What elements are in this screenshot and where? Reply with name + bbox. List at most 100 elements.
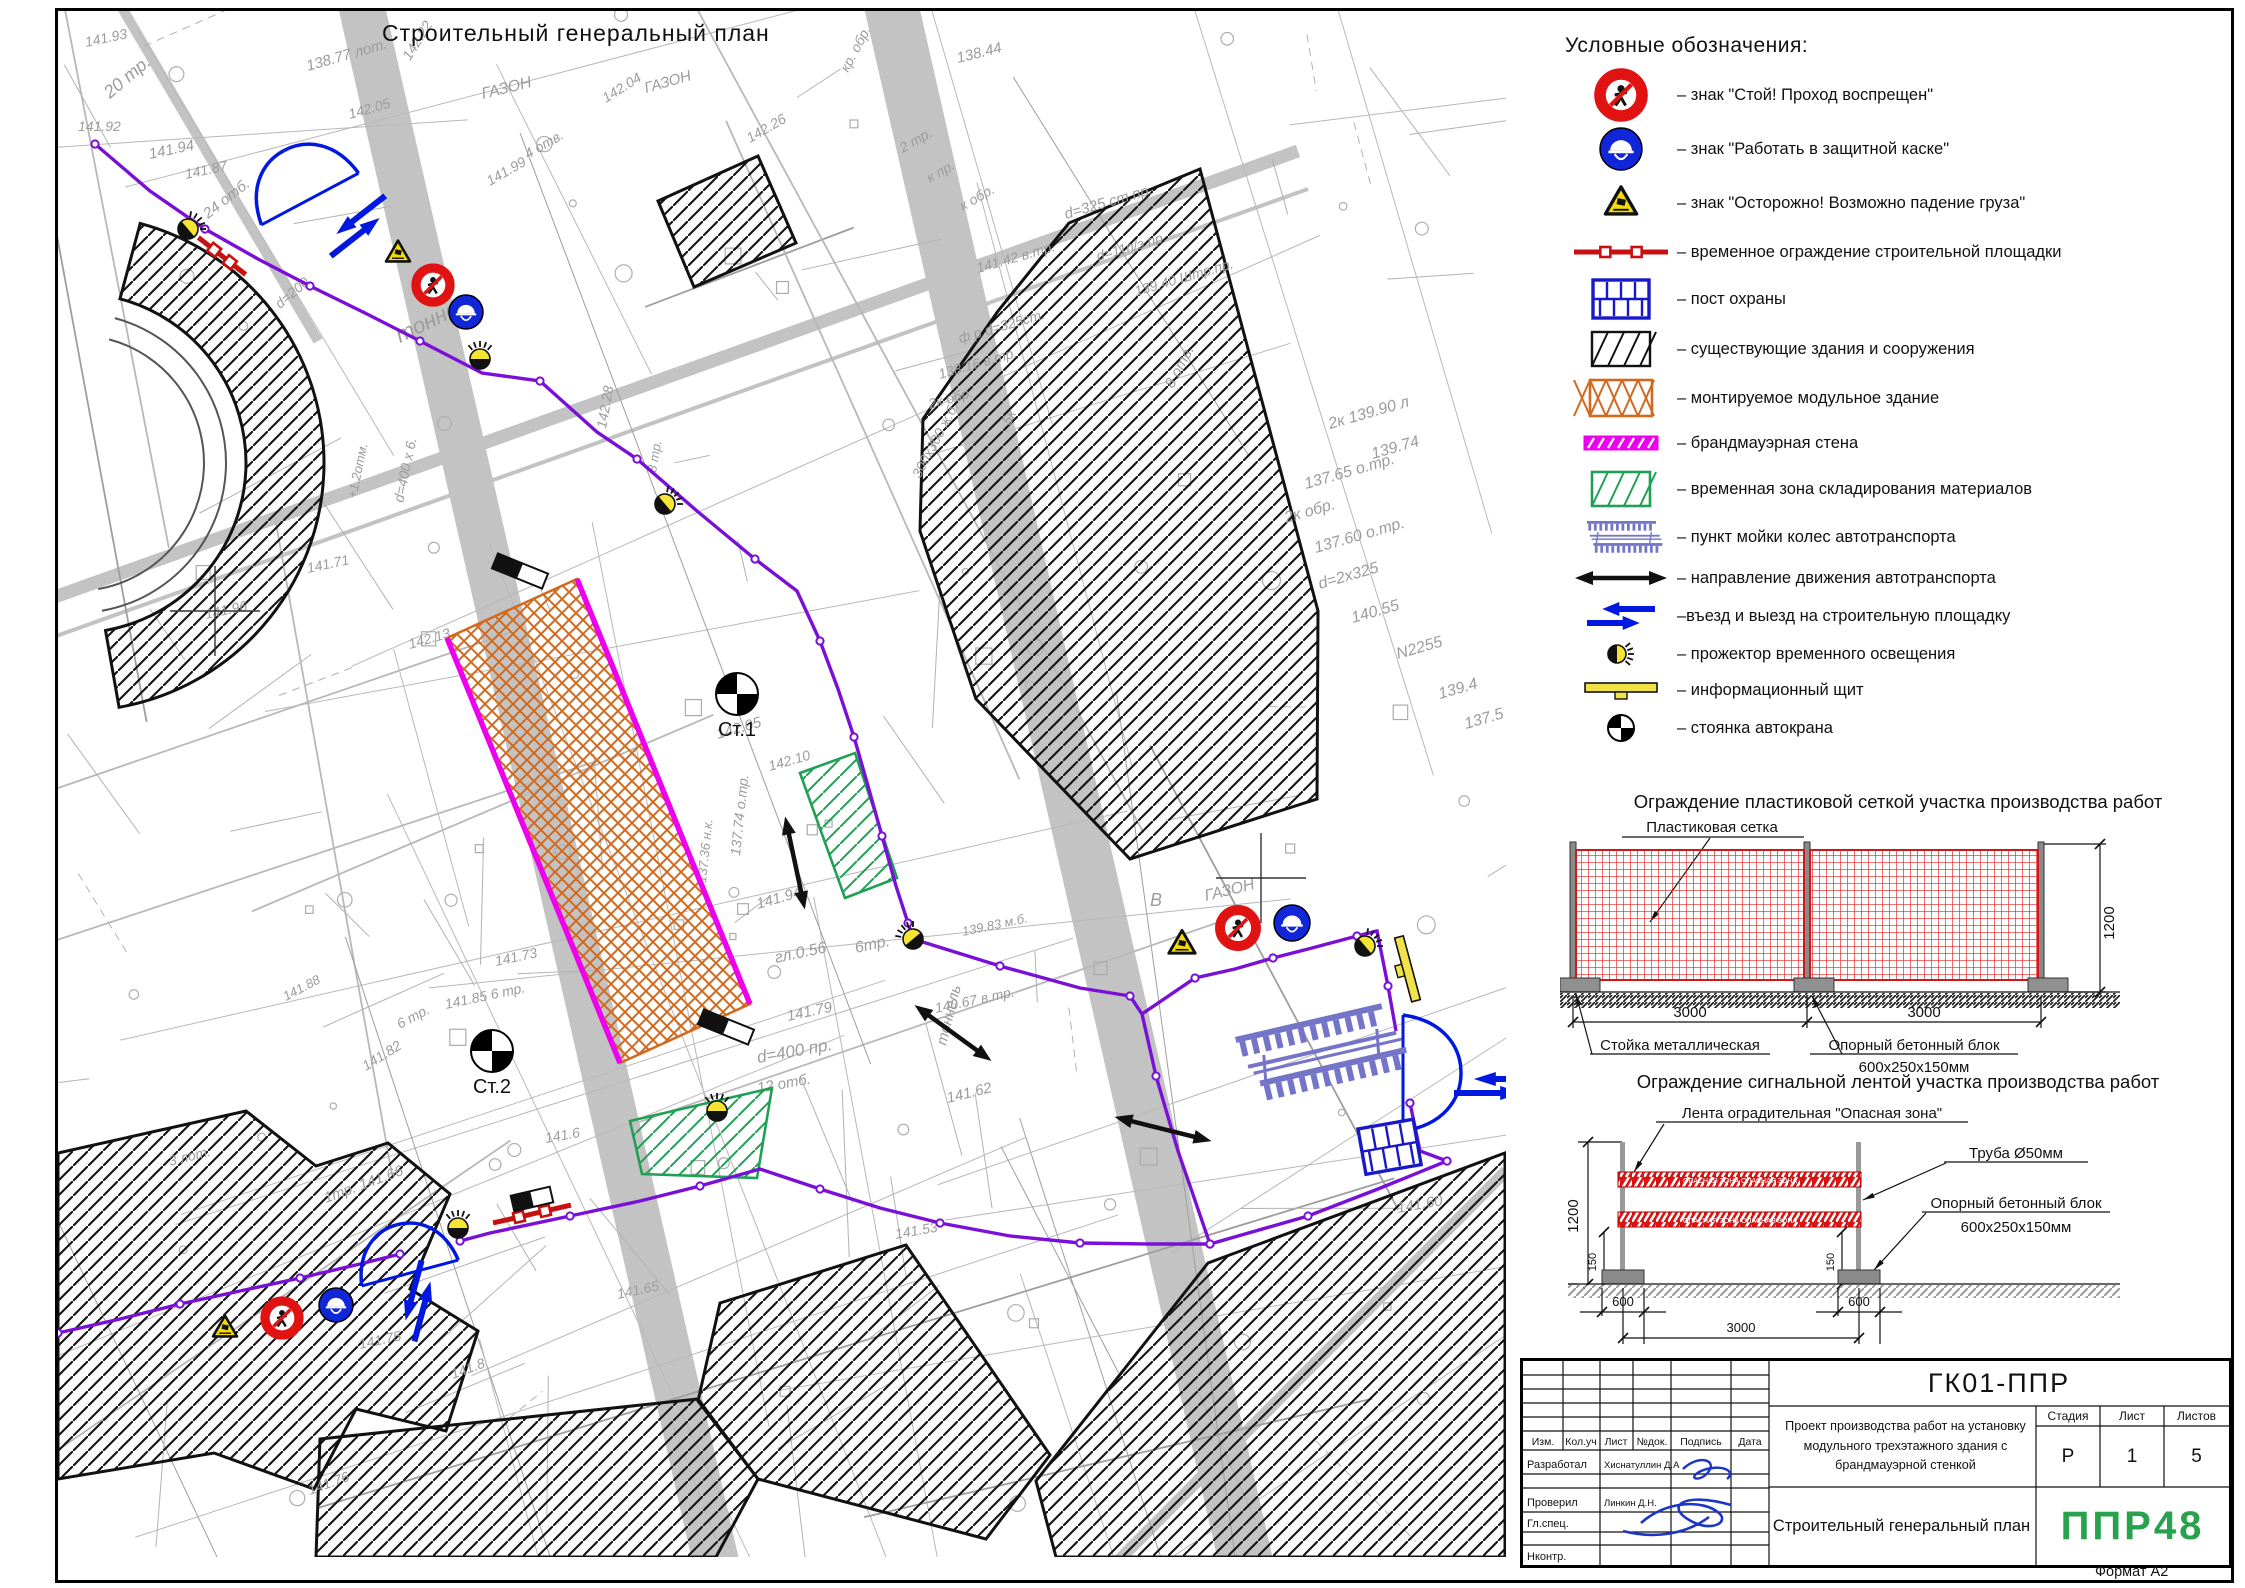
legend-item: – направление движения автотранспорта [1565, 560, 2237, 596]
svg-text:Ограждение сигнальной лентой у: Ограждение сигнальной лентой участка про… [1637, 1072, 2160, 1092]
svg-text:№док.: №док. [1637, 1436, 1668, 1448]
legend-item-label: – знак "Стой! Проход воспрещен" [1677, 86, 1933, 105]
legend-item: – знак "Работать в защитной каске" [1565, 122, 2237, 176]
stop-sign-icon [416, 268, 450, 302]
traffic-direction-icon [1565, 560, 1677, 596]
svg-text:Опорный бетонный блок: Опорный бетонный блок [1828, 1037, 1999, 1054]
wheel-wash-icon [1587, 521, 1662, 553]
stage-value: Р [2036, 1426, 2100, 1487]
svg-text:Разработал: Разработал [1527, 1459, 1587, 1471]
legend-item-label: – временное ограждение строительной площ… [1677, 243, 2061, 262]
svg-text:Лист: Лист [1605, 1436, 1628, 1448]
svg-text:141.92: 141.92 [78, 118, 121, 134]
legend-item: – информационный щит [1565, 672, 2237, 708]
crane-parking-icon [716, 673, 758, 715]
floodlight-icon [1565, 636, 1677, 672]
legend-item-label: – монтируемое модульное здание [1677, 389, 1939, 408]
crane-parking-icon [1565, 708, 1677, 748]
svg-text:Труба Ø50мм: Труба Ø50мм [1969, 1145, 2063, 1162]
legend-item: – пост охраны [1565, 274, 2237, 324]
traffic-direction-arrow [1575, 571, 1667, 585]
site-plan: 141.9220 тр.141.93141.94141.8724 отб.138… [58, 11, 1506, 1557]
svg-text:Стойка металлическая: Стойка металлическая [1600, 1037, 1760, 1054]
svg-text:Линкин Д.Н.: Линкин Д.Н. [1604, 1498, 1657, 1509]
crane-parking-icon [1608, 715, 1634, 741]
entry-exit-arrows-icon [1587, 602, 1655, 630]
svg-text:Нконтр.: Нконтр. [1527, 1551, 1566, 1563]
svg-text:1200: 1200 [2101, 906, 2118, 939]
doc-code: ГК01-ППР [1769, 1361, 2229, 1406]
svg-text:Дата: Дата [1738, 1436, 1761, 1448]
doc-title: Строительный генеральный план [1771, 1487, 2032, 1565]
crane-parking-icon [471, 1030, 513, 1072]
floodlight-icon [1608, 643, 1634, 665]
legend-item-label: – пункт мойки колес автотранспорта [1677, 528, 1956, 547]
sign-stop-icon [1565, 68, 1677, 122]
sheet-label: Лист [2100, 1406, 2164, 1426]
svg-text:Гл.спец.: Гл.спец. [1527, 1518, 1569, 1530]
legend-item-label: – временная зона складирования материало… [1677, 480, 2032, 499]
legend-item: – брандмауэрная стена [1565, 422, 2237, 464]
svg-text:Ст.2: Ст.2 [473, 1076, 511, 1098]
storage-zone-icon [1565, 464, 1677, 514]
svg-text:Подпись: Подпись [1680, 1436, 1722, 1448]
entry-exit-icon [1565, 596, 1677, 636]
svg-text:Хиснатуллин Д.А: Хиснатуллин Д.А [1604, 1460, 1680, 1471]
modular-building-icon [1565, 374, 1677, 422]
info-board-icon [1585, 683, 1657, 699]
company-logo: ППР48 [2036, 1487, 2229, 1565]
svg-text:3000: 3000 [1673, 1004, 1706, 1021]
legend-item: – временная зона складирования материало… [1565, 464, 2237, 514]
figure-mesh-fence: Ограждение пластиковой сеткой участка пр… [1560, 792, 2236, 1074]
temp-fence-icon [1574, 247, 1668, 257]
legend-item-label: – знак "Работать в защитной каске" [1677, 140, 1949, 159]
svg-text:150: 150 [1825, 1253, 1837, 1271]
legend-items: – знак "Стой! Проход воспрещен" – знак "Р… [1565, 68, 2237, 748]
svg-text:1200: 1200 [1565, 1199, 1582, 1232]
svg-text:Изм.: Изм. [1532, 1436, 1555, 1448]
svg-text:150: 150 [1587, 1253, 1599, 1271]
svg-text:Проверил: Проверил [1527, 1497, 1578, 1509]
legend-item: – временное ограждение строительной площ… [1565, 230, 2237, 274]
legend-item: – пункт мойки колес автотранспорта [1565, 514, 2237, 560]
legend-item: – прожектор временного освещения [1565, 636, 2237, 672]
legend-item: – знак "Стой! Проход воспрещен" [1565, 68, 2237, 122]
legend-item-label: – стоянка автокрана [1677, 719, 1833, 738]
stop-sign-icon [1220, 910, 1256, 946]
legend-item: – существующие здания и сооружения [1565, 324, 2237, 374]
firewall-icon [1565, 422, 1677, 464]
stop-sign-icon [265, 1301, 299, 1335]
svg-text:3000: 3000 [1727, 1320, 1756, 1335]
svg-text:ОПАСНАЯ ЗОНА ОПАСНАЯ ЗОНА: ОПАСНАЯ ЗОНА ОПАСНАЯ ЗОНА [1683, 1218, 1797, 1225]
legend: Условные обозначения: – знак "Стой! Прох… [1565, 34, 2237, 748]
wheel-wash-icon [1565, 514, 1677, 560]
existing-building-icon [1565, 324, 1677, 374]
svg-text:Лента оградительная "Опасная з: Лента оградительная "Опасная зона" [1682, 1105, 1942, 1122]
format-label: Формат А2 [2095, 1564, 2168, 1580]
figure-tape-fence: Ограждение сигнальной лентой участка про… [1560, 1072, 2236, 1360]
temp-fence-icon [1565, 230, 1677, 274]
legend-item-label: – брандмауэрная стена [1677, 434, 1858, 453]
drawing-sheet: 141.9220 тр.141.93141.94141.8724 отб.138… [0, 0, 2245, 1588]
guard-post-icon [1565, 274, 1677, 324]
sign-load-warning-icon [1565, 176, 1677, 230]
svg-text:Ст.1: Ст.1 [718, 719, 756, 741]
legend-item: –въезд и выезд на строительную площадку [1565, 596, 2237, 636]
svg-text:Пластиковая сетка: Пластиковая сетка [1646, 819, 1778, 836]
legend-item-label: – знак "Осторожно! Возможно падение груз… [1677, 194, 2025, 213]
svg-text:Ограждение пластиковой сеткой: Ограждение пластиковой сеткой участка пр… [1634, 792, 2163, 812]
guard-post-icon [1593, 280, 1649, 318]
legend-item-label: – информационный щит [1677, 681, 1864, 700]
legend-item-label: – прожектор временного освещения [1677, 645, 1955, 664]
legend-item: – стоянка автокрана [1565, 708, 2237, 748]
stage-label: Стадия [2036, 1406, 2100, 1426]
svg-text:600х250х150мм: 600х250х150мм [1961, 1219, 2072, 1236]
legend-item: – монтируемое модульное здание [1565, 374, 2237, 422]
load-warning-sign-icon [1605, 187, 1636, 214]
svg-text:3000: 3000 [1907, 1004, 1940, 1021]
helmet-sign-icon [449, 295, 483, 329]
legend-item: – знак "Осторожно! Возможно падение груз… [1565, 176, 2237, 230]
legend-item-label: – существующие здания и сооружения [1677, 340, 1975, 359]
svg-text:Кол.уч: Кол.уч [1565, 1436, 1597, 1448]
svg-text:Опорный бетонный блок: Опорный бетонный блок [1930, 1195, 2101, 1212]
